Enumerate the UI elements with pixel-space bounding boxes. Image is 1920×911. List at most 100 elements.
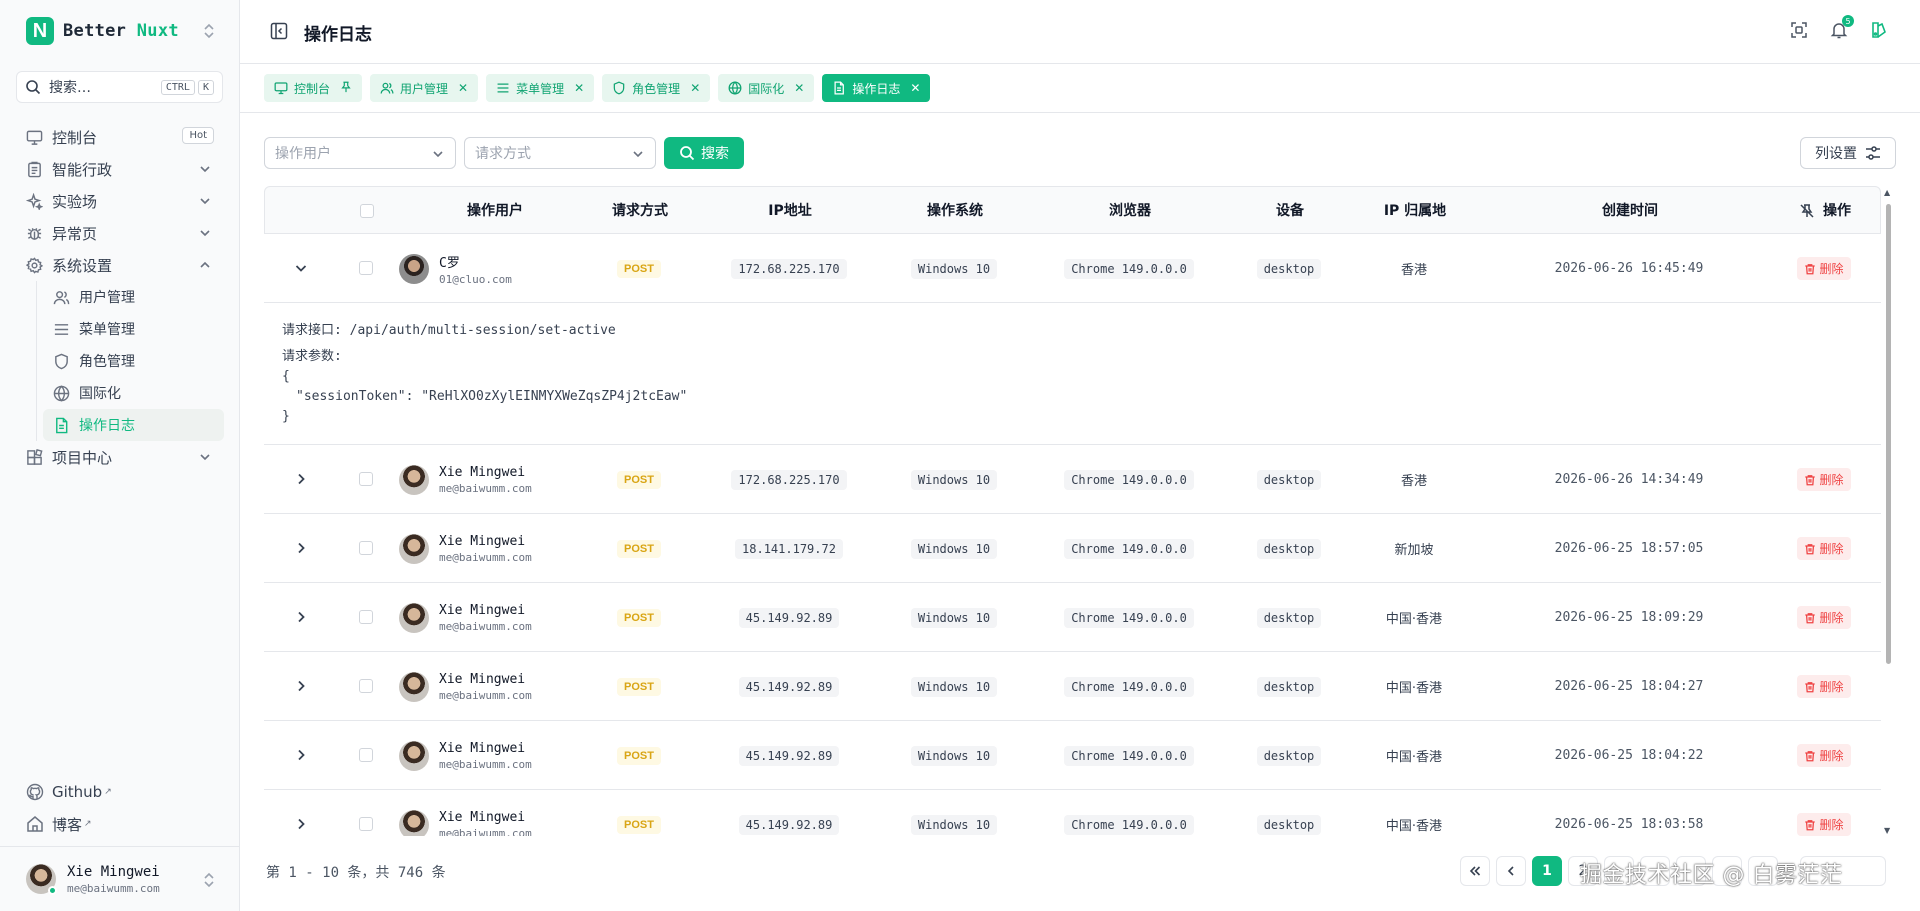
col-header-browser[interactable]: 浏览器: [1075, 187, 1185, 235]
select-all-checkbox[interactable]: [360, 204, 374, 218]
close-icon[interactable]: ✕: [690, 81, 700, 95]
row-checkbox[interactable]: [359, 679, 373, 693]
sidebar-item-playground[interactable]: 实验场: [16, 185, 224, 217]
close-icon[interactable]: ✕: [910, 81, 920, 95]
os-cell: Windows 10: [889, 234, 1019, 303]
delete-button[interactable]: 删除: [1797, 537, 1851, 560]
brand-logo[interactable]: N Better Nuxt: [26, 17, 216, 45]
close-icon[interactable]: ✕: [458, 81, 468, 95]
col-header-os[interactable]: 操作系统: [900, 187, 1010, 235]
actions-cell: 删除: [1774, 652, 1874, 721]
tabs-divider: [240, 112, 1920, 113]
os-badge: Windows 10: [910, 469, 998, 490]
chevron-right-icon[interactable]: [294, 610, 308, 624]
sidebar-item-admin[interactable]: 智能行政: [16, 153, 224, 185]
table-row[interactable]: Xie Mingwei me@baiwumm.com POST 172.68.225.…: [264, 445, 1881, 514]
table-row[interactable]: C罗 01@cluo.com POST 172.68.225.170 Windo…: [264, 234, 1881, 303]
sidebar-item-settings[interactable]: 系统设置: [16, 249, 224, 281]
tab-logs[interactable]: 操作日志 ✕: [822, 74, 931, 102]
github-link[interactable]: Github ↗: [26, 776, 112, 808]
scroll-down-icon[interactable]: ▼: [1884, 826, 1890, 835]
bell-icon[interactable]: 5: [1830, 15, 1854, 43]
scroll-up-icon[interactable]: ▲: [1884, 188, 1890, 197]
column-settings-button[interactable]: 列设置: [1800, 137, 1896, 169]
ip-badge: 45.149.92.89: [738, 814, 840, 835]
page-button-current[interactable]: 1: [1532, 856, 1562, 886]
device-cell: desktop: [1244, 445, 1334, 514]
chevron-right-icon[interactable]: [294, 748, 308, 762]
sidebar-item-label: 操作日志: [79, 418, 135, 434]
sidebar-item-roles[interactable]: 角色管理: [43, 345, 224, 377]
tab-roles[interactable]: 角色管理 ✕: [602, 74, 711, 102]
col-header-ip[interactable]: IP地址: [735, 187, 845, 235]
sliders-icon: [1865, 145, 1881, 161]
chevron-right-icon[interactable]: [294, 679, 308, 693]
row-checkbox[interactable]: [359, 610, 373, 624]
tab-dashboard[interactable]: 控制台: [264, 74, 363, 102]
tab-menus[interactable]: 菜单管理 ✕: [486, 74, 595, 102]
close-icon[interactable]: ✕: [794, 81, 804, 95]
clipboard-icon: [26, 160, 44, 178]
close-icon[interactable]: ✕: [574, 81, 584, 95]
theme-icon[interactable]: [1870, 21, 1888, 43]
sidebar-toggle-icon[interactable]: [270, 22, 288, 44]
row-checkbox[interactable]: [359, 472, 373, 486]
delete-button[interactable]: 删除: [1797, 744, 1851, 767]
sidebar-item-projects[interactable]: 项目中心: [16, 441, 224, 473]
col-header-device[interactable]: 设备: [1255, 187, 1325, 235]
ip-cell: 172.68.225.170: [714, 445, 864, 514]
delete-button[interactable]: 删除: [1797, 468, 1851, 491]
scan-icon[interactable]: [1790, 21, 1808, 43]
delete-label: 删除: [1819, 611, 1844, 625]
ip-cell: 45.149.92.89: [714, 652, 864, 721]
prev-page-button[interactable]: [1496, 856, 1526, 886]
sidebar-search[interactable]: 搜索… CTRL K: [16, 71, 223, 103]
row-checkbox[interactable]: [359, 817, 373, 831]
delete-button[interactable]: 删除: [1797, 606, 1851, 629]
row-checkbox[interactable]: [359, 541, 373, 555]
row-checkbox[interactable]: [359, 748, 373, 762]
table-row[interactable]: Xie Mingwei me@baiwumm.com POST 45.149.92.8…: [264, 721, 1881, 790]
col-header-method[interactable]: 请求方式: [585, 187, 695, 235]
sidebar-item-menus[interactable]: 菜单管理: [43, 313, 224, 345]
col-header-location[interactable]: IP 归属地: [1365, 187, 1465, 235]
pin-off-icon[interactable]: [1799, 203, 1815, 219]
chevron-right-icon[interactable]: [294, 541, 308, 555]
tab-users[interactable]: 用户管理 ✕: [370, 74, 479, 102]
os-badge: Windows 10: [910, 745, 998, 766]
sidebar-item-logs[interactable]: 操作日志: [43, 409, 224, 441]
current-user-card[interactable]: Xie Mingwei me@baiwumm.com: [0, 846, 240, 911]
pin-icon[interactable]: [340, 81, 352, 96]
scrollbar-thumb[interactable]: [1886, 204, 1891, 664]
method-filter-select[interactable]: 请求方式: [464, 137, 656, 169]
table-row[interactable]: Xie Mingwei me@baiwumm.com POST 45.149.92.8…: [264, 652, 1881, 721]
blog-link[interactable]: 博客 ↗: [26, 808, 112, 840]
delete-label: 删除: [1819, 262, 1844, 276]
search-button[interactable]: 搜索: [664, 137, 744, 169]
chevron-right-icon[interactable]: [294, 472, 308, 486]
first-page-button[interactable]: [1460, 856, 1490, 886]
sidebar-item-i18n[interactable]: 国际化: [43, 377, 224, 409]
table-row[interactable]: Xie Mingwei me@baiwumm.com POST 45.149.92.8…: [264, 790, 1881, 836]
tab-i18n[interactable]: 国际化 ✕: [718, 74, 815, 102]
os-cell: Windows 10: [889, 790, 1019, 836]
sidebar-item-dashboard[interactable]: 控制台 Hot: [16, 121, 224, 153]
delete-button[interactable]: 删除: [1797, 257, 1851, 280]
chevron-down-icon[interactable]: [294, 261, 308, 275]
sidebar-item-label: 异常页: [52, 224, 98, 243]
col-header-user[interactable]: 操作用户: [415, 187, 575, 235]
user-cell: C罗 01@cluo.com: [399, 234, 589, 303]
delete-button[interactable]: 删除: [1797, 675, 1851, 698]
chevron-right-icon[interactable]: [294, 817, 308, 831]
col-header-created[interactable]: 创建时间: [1575, 187, 1685, 235]
delete-button[interactable]: 删除: [1797, 813, 1851, 836]
current-user-email: me@baiwumm.com: [67, 881, 160, 895]
sidebar-item-users[interactable]: 用户管理: [43, 281, 224, 313]
row-checkbox[interactable]: [359, 261, 373, 275]
chevrons-up-down-icon[interactable]: [202, 23, 216, 43]
user-filter-select[interactable]: 操作用户: [264, 137, 456, 169]
location-cell: 香港: [1400, 263, 1427, 278]
table-row[interactable]: Xie Mingwei me@baiwumm.com POST 45.149.92.8…: [264, 583, 1881, 652]
table-row[interactable]: Xie Mingwei me@baiwumm.com POST 18.141.179.…: [264, 514, 1881, 583]
sidebar-item-exception[interactable]: 异常页: [16, 217, 224, 249]
